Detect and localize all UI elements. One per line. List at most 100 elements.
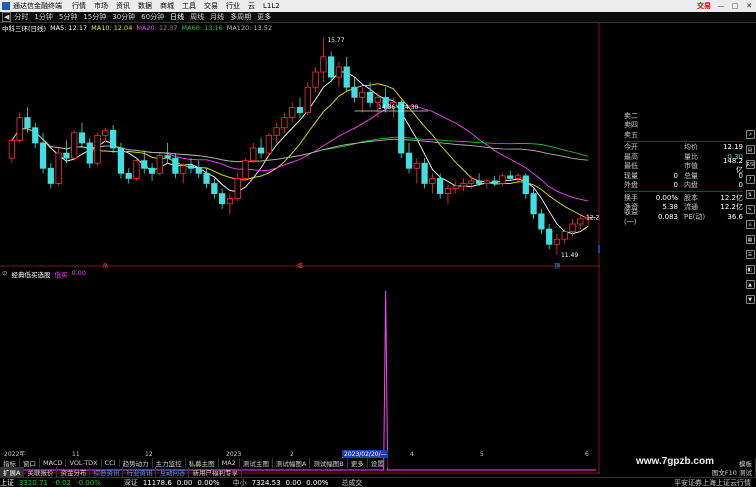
tool-button-10[interactable]: ▼ — [745, 295, 755, 304]
candle-body — [63, 152, 70, 159]
candle-body — [343, 66, 350, 88]
candle-body — [32, 127, 39, 144]
quote-key: 最低 — [624, 162, 638, 171]
tool-button-8[interactable]: ◧ — [745, 265, 755, 274]
quote-value: 0 — [673, 181, 678, 190]
tool-button-7[interactable]: ☰ — [745, 250, 755, 259]
extension-tab[interactable]: 关联报价 — [24, 467, 58, 477]
extension-tab[interactable]: 互动问答 — [156, 467, 190, 477]
quote-value-2: 36.6 — [727, 212, 743, 221]
sh-index-name[interactable]: 上证 — [0, 478, 14, 487]
mid-index-pct: 0.00% — [306, 478, 329, 487]
sh-index-pct: -0.00% — [76, 478, 101, 487]
quote-row: 今开 均价 12.19 — [624, 143, 743, 153]
candle-body — [475, 180, 483, 184]
quote-key-2: 市值 — [684, 162, 698, 171]
tool-button-2[interactable]: ▤ — [745, 145, 755, 154]
candle-body — [125, 172, 132, 179]
x-axis-label: 6 — [585, 451, 589, 458]
x-axis-label: 11 — [72, 451, 80, 458]
watermark: www.7gpzb.com — [636, 456, 714, 467]
tool-button-9[interactable]: ▲ — [745, 280, 755, 289]
candle-body — [437, 177, 444, 194]
maximize-icon[interactable]: □ — [728, 2, 742, 10]
quote-value: 5.38 — [662, 203, 678, 212]
quote-key: 现量 — [624, 171, 638, 180]
extension-tab[interactable]: 行业资讯 — [123, 467, 157, 477]
sz-index-name[interactable]: 深证 — [124, 478, 138, 487]
quote-row: 收益(一) 0.083 PE(动) 36.6 — [624, 208, 743, 226]
quote-key-2: 总量 — [684, 171, 698, 180]
indicator-title[interactable]: 经典低买选股 — [11, 269, 50, 279]
candle-body — [577, 218, 584, 225]
sz-index-pct: 0.00% — [197, 478, 220, 487]
candle-body — [444, 188, 452, 195]
candle-body — [421, 162, 428, 184]
quote-key: 换手 — [624, 193, 638, 202]
candle-body — [102, 129, 109, 136]
tool-button-1[interactable]: ↗ — [745, 130, 755, 139]
candle-body — [491, 180, 498, 184]
mid-index-value: 7324.53 — [251, 478, 281, 487]
candle-body — [514, 175, 522, 179]
trade-brand-button[interactable]: 交易 — [697, 1, 711, 11]
kline-chart[interactable]: 1.000.900.800.700.600.500.400.300.200.10… — [0, 0, 600, 474]
extension-tab[interactable]: 综合资讯 — [90, 467, 124, 477]
quote-key-2: 均价 — [684, 143, 698, 152]
quote-value-2: 12.2亿 — [720, 203, 743, 212]
candle-body — [55, 152, 62, 184]
candle-body — [273, 127, 280, 136]
quote-value: 0.083 — [657, 212, 678, 221]
extension-tab[interactable]: 扩展A — [0, 467, 25, 477]
indicator-value: 0.00 — [71, 269, 86, 277]
x-axis: 2022年 11 12 2023 2 2023/02/20/— 4 5 6 — [4, 450, 589, 458]
indicator-settings-icon[interactable]: ⊙ — [2, 269, 7, 278]
candle-body — [24, 117, 31, 129]
sh-index-value: 3310.71 — [19, 478, 48, 487]
candle-body — [219, 193, 226, 205]
candle-body — [289, 107, 296, 119]
mid-index-change: 0.00 — [285, 478, 302, 487]
candle-body — [312, 71, 319, 88]
candle-body — [187, 165, 195, 169]
candle-body — [296, 107, 304, 113]
extension-tab[interactable]: 新用户福利专享 — [189, 467, 242, 477]
mid-index-name[interactable]: 中小 — [233, 478, 247, 487]
candle-body — [328, 56, 335, 78]
last-price-label: 12.23 — [586, 214, 600, 221]
candle-body — [569, 223, 576, 232]
candle-body — [203, 172, 210, 184]
candle-body — [281, 117, 288, 129]
low-price-label: 11.49 — [561, 252, 578, 259]
indicator-tab[interactable]: CCI — [102, 459, 120, 467]
candle-body — [234, 177, 241, 200]
quote-value-2: 0 — [738, 181, 743, 190]
close-icon[interactable]: ✕ — [742, 2, 756, 10]
x-axis-label: 2023 — [226, 451, 241, 458]
tool-button-6[interactable]: ▦ — [745, 235, 755, 244]
quote-row: 外盘 0 内盘 0 — [624, 181, 743, 191]
candle-body — [483, 180, 491, 184]
tool-button-3[interactable]: ⇅ — [745, 190, 755, 199]
candle-body — [195, 167, 202, 174]
indicator-tab[interactable]: MA2 — [219, 459, 240, 467]
signal-mark-1: 杀 — [102, 262, 108, 270]
tool-button-4[interactable]: ✎ — [745, 205, 755, 214]
extension-tab[interactable]: 资金分布 — [57, 467, 91, 477]
candle-body — [507, 175, 514, 179]
indicator-tab[interactable]: VOL-TDX — [66, 459, 102, 467]
x-axis-label: 2023/02/20/— — [344, 451, 387, 458]
quote-key: 今开 — [624, 143, 638, 152]
signal-mark-2: 增 — [297, 262, 303, 270]
candle-body — [374, 96, 381, 103]
candle-body — [71, 132, 78, 159]
tool-button-5[interactable]: ⌂ — [745, 220, 755, 229]
f10-tab[interactable]: 图文F10 测试 — [709, 467, 756, 477]
candle-body — [452, 185, 459, 189]
x-axis-label: 12 — [145, 451, 153, 458]
help-icon[interactable]: ? — [745, 175, 755, 184]
indicator-tab[interactable]: MACD — [40, 459, 67, 467]
quote-key-2: 内盘 — [684, 181, 698, 190]
minimize-icon[interactable]: — — [714, 2, 728, 10]
rsi-button[interactable]: RSI — [745, 160, 755, 169]
